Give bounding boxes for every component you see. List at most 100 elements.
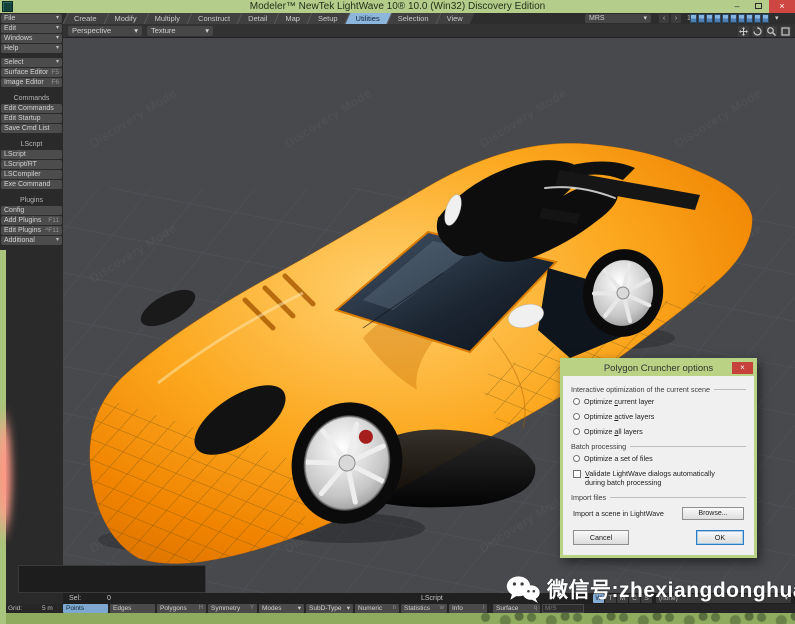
subd-type-dropdown[interactable]: SubD-Type ▾ xyxy=(306,604,353,613)
chevron-down-icon: ▾ xyxy=(55,25,59,31)
maximize-icon xyxy=(754,3,762,9)
group-import-files: Import files xyxy=(571,493,746,502)
layer-box[interactable] xyxy=(762,14,769,23)
menu-file[interactable]: File ▾ xyxy=(1,14,62,23)
zoom-icon[interactable] xyxy=(766,26,777,37)
statistics-button[interactable]: Statistics w xyxy=(401,604,447,613)
tab-bar: Create Modify Multiply Construct Detail … xyxy=(63,13,795,24)
grid-label: Grid: xyxy=(8,605,23,612)
surface-button[interactable]: Surface q xyxy=(493,604,540,613)
tab-detail[interactable]: Detail xyxy=(239,13,276,24)
layer-box[interactable] xyxy=(746,14,753,23)
checkbox-validate-dialogs[interactable]: Validate LightWave dialogs automatically… xyxy=(573,469,746,487)
layer-box[interactable] xyxy=(714,14,721,23)
radio-optimize-set-of-files[interactable]: Optimize a set of files xyxy=(573,454,746,463)
info-readout-panel xyxy=(18,565,206,593)
tab-utilities[interactable]: Utilities xyxy=(347,13,389,24)
viewport-nav-icons xyxy=(738,26,791,37)
layer-dropdown-icon[interactable]: ▾ xyxy=(775,14,779,23)
radio-icon xyxy=(573,427,580,435)
symmetry-button[interactable]: Symmetry Y xyxy=(208,604,257,613)
browse-button[interactable]: Browse... xyxy=(682,507,744,520)
edit-startup-button[interactable]: Edit Startup xyxy=(1,114,62,123)
lscript-rt-button[interactable]: LScript/RT xyxy=(1,160,62,169)
dialog-body: Interactive optimization of the current … xyxy=(563,376,754,549)
wechat-watermark: 微信号:zhexiangdonghua xyxy=(505,574,795,604)
edit-commands-button[interactable]: Edit Commands xyxy=(1,104,62,113)
cancel-button[interactable]: Cancel xyxy=(573,530,629,545)
title-bar[interactable]: Modeler™ NewTek LightWave 10® 10.0 (Win3… xyxy=(0,0,795,13)
save-cmd-list-button[interactable]: Save Cmd List xyxy=(1,124,62,133)
tab-create[interactable]: Create xyxy=(65,13,106,24)
tab-modify[interactable]: Modify xyxy=(106,13,146,24)
layer-box[interactable] xyxy=(722,14,729,23)
tab-selection[interactable]: Selection xyxy=(389,13,438,24)
checkbox-icon xyxy=(573,470,581,478)
dialog-title-bar[interactable]: Polygon Cruncher options × xyxy=(563,361,754,376)
info-button[interactable]: Info i xyxy=(449,604,487,613)
menu-help[interactable]: Help ▾ xyxy=(1,44,62,53)
modes-dropdown[interactable]: Modes ▾ xyxy=(259,604,304,613)
bottom-toolbar: Grid: 5 m Points Edges Polygons H Symmetr… xyxy=(0,604,795,613)
layer-box[interactable] xyxy=(730,14,737,23)
config-button[interactable]: Config xyxy=(1,206,62,215)
exe-command-button[interactable]: Exe Command xyxy=(1,180,62,189)
image-editor-button[interactable]: Image Editor F6 xyxy=(1,78,62,87)
prev-layer-button[interactable]: ‹ xyxy=(659,14,669,23)
wechat-id-text: 微信号:zhexiangdonghua xyxy=(547,579,795,602)
surface-name-field[interactable] xyxy=(542,604,584,613)
edges-mode-button[interactable]: Edges xyxy=(110,604,155,613)
polygons-mode-button[interactable]: Polygons H xyxy=(157,604,206,613)
layer-box[interactable] xyxy=(690,14,697,23)
fit-view-icon[interactable] xyxy=(780,26,791,37)
section-commands: Commands xyxy=(13,95,50,102)
edit-plugins-button[interactable]: Edit Plugins ^F11 xyxy=(1,226,62,235)
maximize-button[interactable] xyxy=(747,0,769,13)
tab-map[interactable]: Map xyxy=(276,13,309,24)
tab-multiply[interactable]: Multiply xyxy=(146,13,189,24)
polygon-cruncher-dialog[interactable]: Polygon Cruncher options × Interactive o… xyxy=(560,358,757,558)
svg-text:Discovery Mode: Discovery Mode xyxy=(87,86,179,151)
tab-construct[interactable]: Construct xyxy=(189,13,239,24)
layer-box[interactable] xyxy=(698,14,705,23)
viewport-toolbar: Perspective ▾ Texture ▾ xyxy=(63,24,795,38)
radio-icon xyxy=(573,454,580,462)
view-mode-dropdown[interactable]: Perspective ▾ xyxy=(68,26,142,36)
menu-edit[interactable]: Edit ▾ xyxy=(1,24,62,33)
close-button[interactable]: × xyxy=(769,0,795,13)
chevron-down-icon: ▾ xyxy=(55,59,59,65)
wechat-icon xyxy=(506,576,540,603)
ok-button[interactable]: OK xyxy=(696,530,744,545)
pan-icon[interactable] xyxy=(738,26,749,37)
select-button[interactable]: Select ▾ xyxy=(1,58,62,67)
next-layer-button[interactable]: › xyxy=(671,14,681,23)
radio-optimize-active-layers[interactable]: Optimize active layers xyxy=(573,412,746,421)
tab-setup[interactable]: Setup xyxy=(309,13,347,24)
dialog-title: Polygon Cruncher options xyxy=(603,363,714,374)
radio-icon xyxy=(573,412,580,420)
numeric-button[interactable]: Numeric n xyxy=(355,604,399,613)
preset-dropdown[interactable]: MRS ▾ xyxy=(585,14,651,23)
points-mode-button[interactable]: Points xyxy=(63,604,108,613)
minimize-button[interactable]: – xyxy=(727,0,747,13)
grid-value: 5 m xyxy=(42,605,53,612)
chevron-down-icon: ▾ xyxy=(346,605,350,612)
lscompiler-button[interactable]: LSCompiler xyxy=(1,170,62,179)
radio-optimize-current-layer[interactable]: Optimize current layer xyxy=(573,397,746,406)
layer-box[interactable] xyxy=(738,14,745,23)
add-plugins-button[interactable]: Add Plugins F11 xyxy=(1,216,62,225)
menu-windows[interactable]: Windows ▾ xyxy=(1,34,62,43)
additional-button[interactable]: Additional ▾ xyxy=(1,236,62,245)
layer-box[interactable] xyxy=(706,14,713,23)
lscript-button[interactable]: LScript xyxy=(1,150,62,159)
chevron-down-icon: ▾ xyxy=(55,15,59,21)
surface-editor-button[interactable]: Surface Editor F5 xyxy=(1,68,62,77)
rotate-icon[interactable] xyxy=(752,26,763,37)
radio-optimize-all-layers[interactable]: Optimize all layers xyxy=(573,427,746,436)
tab-view[interactable]: View xyxy=(438,13,472,24)
dialog-close-button[interactable]: × xyxy=(732,362,753,374)
chevron-down-icon: ▾ xyxy=(297,605,301,612)
shading-mode-dropdown[interactable]: Texture ▾ xyxy=(147,26,213,36)
layer-box[interactable] xyxy=(754,14,761,23)
chevron-down-icon: ▾ xyxy=(55,45,59,51)
